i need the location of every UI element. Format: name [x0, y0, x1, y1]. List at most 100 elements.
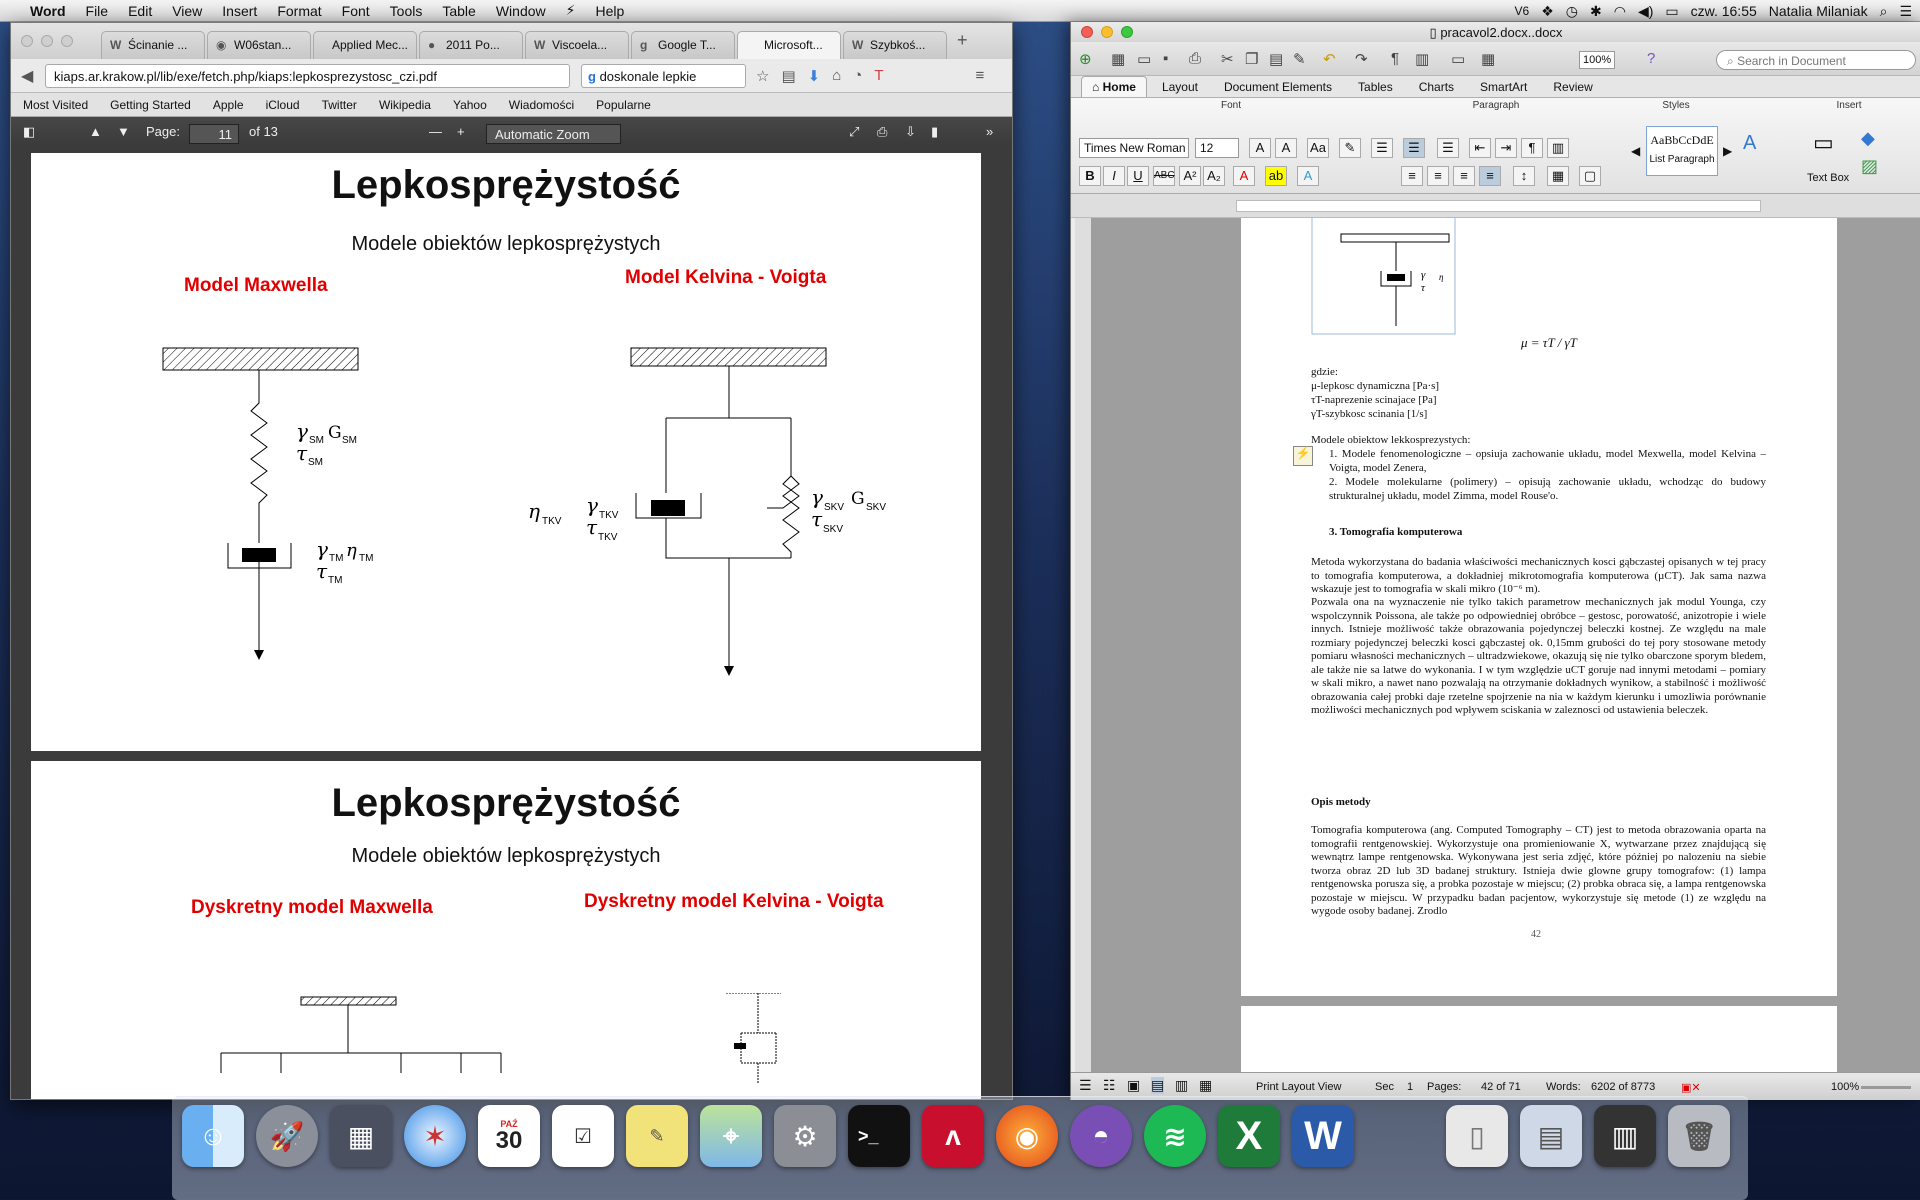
numbering-icon[interactable]: ☰	[1403, 138, 1425, 158]
line-spacing-icon[interactable]: ↕	[1513, 166, 1535, 186]
styles-prev-icon[interactable]: ◀	[1631, 144, 1640, 158]
tools-icon[interactable]: »	[986, 124, 993, 139]
italic-button[interactable]: I	[1103, 166, 1125, 186]
picture-icon[interactable]: ▨	[1861, 156, 1878, 177]
maps-icon[interactable]: ⌖	[700, 1105, 762, 1167]
styles-pane-icon[interactable]: A	[1743, 132, 1756, 155]
browser-tab-active[interactable]: Microsoft...	[737, 31, 841, 59]
system-preferences-icon[interactable]: ⚙	[774, 1105, 836, 1167]
font-color-button[interactable]: A	[1233, 166, 1255, 186]
strikethrough-button[interactable]: ABC	[1153, 166, 1175, 186]
time-machine-icon[interactable]: ◷	[1566, 3, 1578, 20]
close-window-button[interactable]	[1081, 26, 1093, 38]
draft-view-icon[interactable]: ☰	[1079, 1077, 1092, 1094]
photos-icon[interactable]: ▦	[330, 1105, 392, 1167]
align-left-icon[interactable]: ≡	[1401, 166, 1423, 186]
finder-icon[interactable]: ☺	[182, 1105, 244, 1167]
browser-tab[interactable]: Applied Mec...	[313, 31, 417, 59]
open-icon[interactable]: ▭	[1137, 50, 1151, 68]
browser-tab[interactable]: W Szybkoś...	[843, 31, 947, 59]
highlight-button[interactable]: ab	[1265, 166, 1287, 186]
tab-charts[interactable]: Charts	[1408, 76, 1465, 97]
focus-view-icon[interactable]: ▦	[1199, 1077, 1212, 1094]
home-icon[interactable]: ⌂	[832, 67, 841, 85]
sidebar-toggle-icon[interactable]: ◧	[23, 124, 35, 140]
cut-icon[interactable]: ✂	[1221, 50, 1234, 68]
paste-icon[interactable]: ▤	[1269, 50, 1283, 68]
new-document-icon[interactable]: ⊕	[1079, 50, 1092, 68]
search-input[interactable]: g doskonale lepkie	[581, 64, 746, 88]
presentation-mode-icon[interactable]: ⤢	[849, 124, 859, 140]
preview-icon[interactable]: ▯	[1446, 1105, 1508, 1167]
download-icon[interactable]: ⬇	[808, 67, 821, 85]
increase-indent-icon[interactable]: ⇥	[1495, 138, 1517, 158]
horizontal-ruler[interactable]	[1071, 194, 1920, 218]
stickies-icon[interactable]: ✎	[626, 1105, 688, 1167]
decrease-indent-icon[interactable]: ⇤	[1469, 138, 1491, 158]
pocket-icon[interactable]: ◔	[853, 67, 862, 85]
menu-file[interactable]: File	[76, 3, 119, 19]
translate-icon[interactable]: T	[874, 67, 883, 85]
pdf-viewer[interactable]: Lepkosprężystość Modele obiektów lepkosp…	[11, 147, 1012, 1099]
styles-next-icon[interactable]: ▶	[1723, 144, 1732, 158]
clock[interactable]: czw. 16:55	[1691, 3, 1757, 19]
browser-tab[interactable]: W Ścinanie ...	[101, 31, 205, 59]
align-center-icon[interactable]: ≡	[1427, 166, 1449, 186]
menu-view[interactable]: View	[162, 3, 212, 19]
align-right-icon[interactable]: ≡	[1453, 166, 1475, 186]
autocorrect-icon[interactable]: ⚡	[1293, 446, 1313, 466]
browser-tab[interactable]: ● 2011 Po...	[419, 31, 523, 59]
menu-font[interactable]: Font	[332, 3, 380, 19]
print-icon[interactable]: ⎙	[1189, 50, 1201, 67]
print-layout-view-icon[interactable]: ▤	[1151, 1077, 1165, 1094]
bookmark-wiadomosci[interactable]: Wiadomości	[509, 98, 574, 112]
borders-icon[interactable]: ▢	[1579, 166, 1601, 186]
menu-icon[interactable]: ≡	[976, 67, 985, 85]
bullets-icon[interactable]: ☰	[1371, 138, 1393, 158]
publishing-view-icon[interactable]: ▣	[1127, 1077, 1140, 1094]
notebook-view-icon[interactable]: ▥	[1175, 1077, 1188, 1094]
bookmark-twitter[interactable]: Twitter	[322, 98, 357, 112]
multilevel-list-icon[interactable]: ☰	[1437, 138, 1459, 158]
format-painter-icon[interactable]: ✎	[1293, 50, 1306, 68]
wifi-icon[interactable]: ◠	[1614, 3, 1626, 20]
page-number-input[interactable]: 11	[189, 124, 239, 144]
zoom-slider[interactable]	[1861, 1086, 1911, 1089]
trash-icon[interactable]: 🗑	[1668, 1105, 1730, 1167]
browser-tab[interactable]: W Viscoela...	[525, 31, 629, 59]
menu-insert[interactable]: Insert	[212, 3, 267, 19]
justify-icon[interactable]: ≡	[1479, 166, 1501, 186]
font-name-select[interactable]: Times New Roman	[1079, 138, 1189, 158]
superscript-button[interactable]: A²	[1179, 166, 1201, 186]
dropbox-icon[interactable]: ❖	[1541, 3, 1554, 20]
download-icon[interactable]: ⇩	[905, 124, 916, 140]
tab-tables[interactable]: Tables	[1347, 76, 1404, 97]
document-page[interactable]: γ η τ μ = τT / γT gdzie: μ-lepkosc dynami…	[1241, 218, 1837, 996]
templates-icon[interactable]: ▦	[1111, 50, 1125, 68]
menu-table[interactable]: Table	[432, 3, 485, 19]
shading-icon[interactable]: ▦	[1547, 166, 1569, 186]
bookmark-apple[interactable]: Apple	[213, 98, 244, 112]
bookmark-star-icon[interactable]: ☆	[756, 67, 769, 85]
copy-icon[interactable]: ❐	[1245, 50, 1258, 68]
close-window-button[interactable]	[21, 35, 33, 47]
zoom-window-button[interactable]	[61, 35, 73, 47]
zoom-in-icon[interactable]: +	[457, 124, 465, 139]
text-box-icon[interactable]: ▭	[1813, 130, 1834, 156]
browser-tab[interactable]: ◉ W06stan...	[207, 31, 311, 59]
firefox-icon[interactable]: ◉	[996, 1105, 1058, 1167]
outline-view-icon[interactable]: ☷	[1103, 1077, 1116, 1094]
bookmark-yahoo[interactable]: Yahoo	[453, 98, 487, 112]
zoom-select[interactable]: 100%	[1579, 51, 1615, 69]
undo-icon[interactable]: ↶	[1323, 50, 1336, 68]
status-label[interactable]: V6	[1515, 4, 1530, 18]
minimize-window-button[interactable]	[1101, 26, 1113, 38]
safari-icon[interactable]: ✶	[404, 1105, 466, 1167]
document-canvas[interactable]: γ η τ μ = τT / γT gdzie: μ-lepkosc dynami…	[1091, 218, 1920, 1098]
text-effects-button[interactable]: A	[1297, 166, 1319, 186]
tab-review[interactable]: Review	[1542, 76, 1603, 97]
tab-layout[interactable]: Layout	[1151, 76, 1209, 97]
zoom-out-icon[interactable]: —	[429, 124, 442, 139]
change-case-icon[interactable]: Aa	[1307, 138, 1329, 158]
bookmark-popularne[interactable]: Popularne	[596, 98, 651, 112]
